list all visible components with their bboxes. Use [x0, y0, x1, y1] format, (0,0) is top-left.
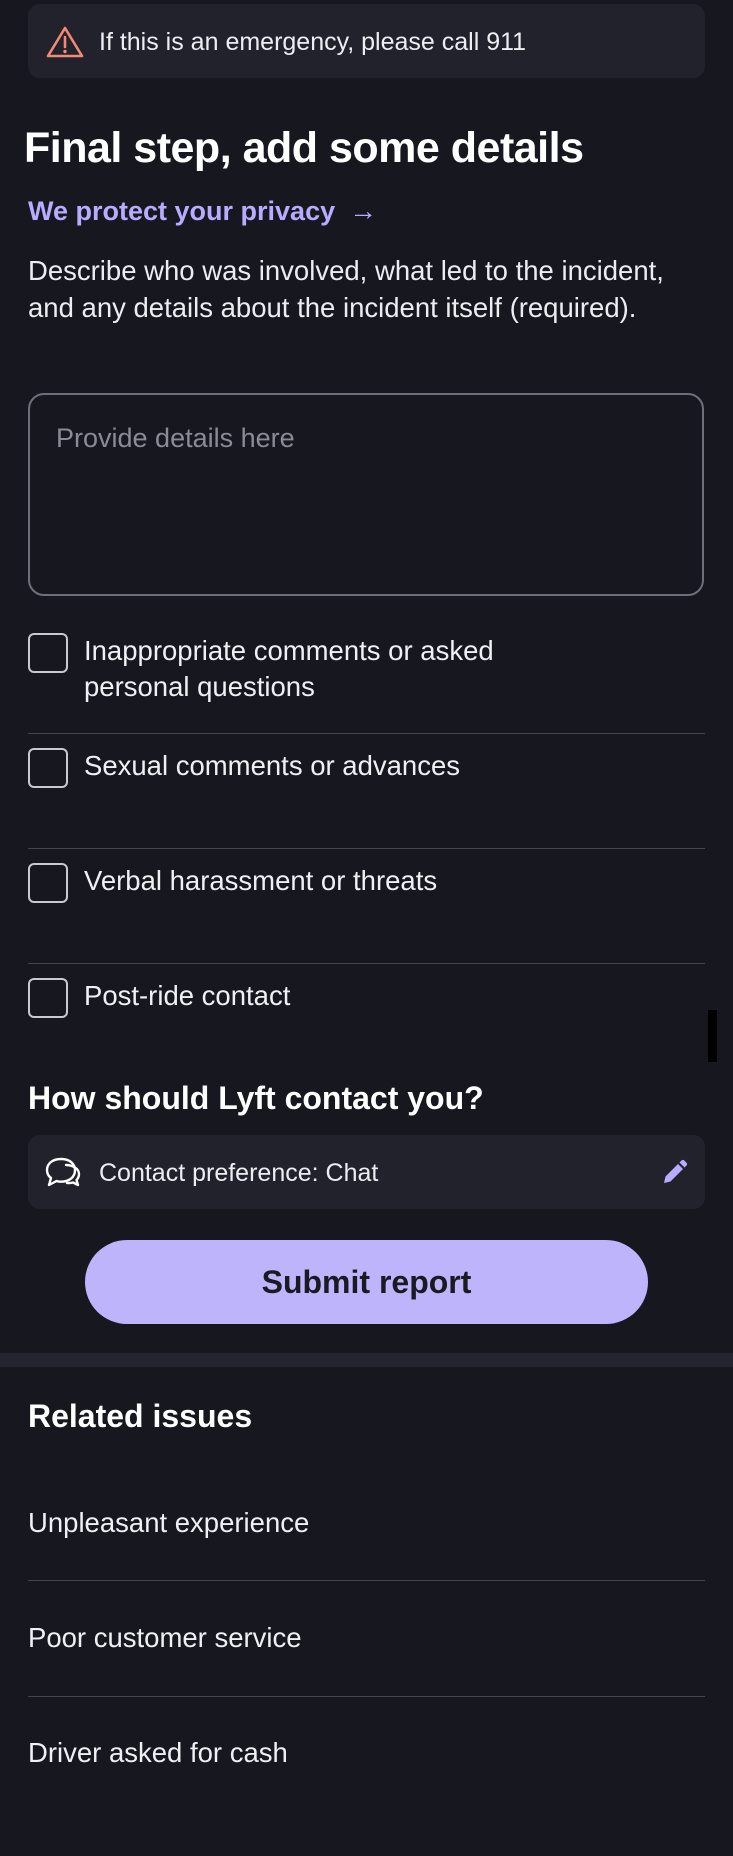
report-page: If this is an emergency, please call 911…	[0, 0, 733, 1856]
related-issues-heading: Related issues	[28, 1398, 253, 1434]
privacy-link-label: We protect your privacy	[28, 195, 336, 226]
chat-bubbles-icon	[45, 1157, 81, 1187]
divider	[28, 1580, 705, 1581]
related-issue-item[interactable]: Driver asked for cash	[28, 1737, 705, 1769]
contact-preference[interactable]: Contact preference: Chat	[28, 1135, 705, 1209]
details-description: Describe who was involved, what led to t…	[28, 255, 664, 323]
contact-preference-text: Contact preference: Chat	[99, 1159, 379, 1187]
related-issue-item[interactable]: Unpleasant experience	[28, 1507, 705, 1539]
submit-report-button[interactable]: Submit report	[85, 1240, 648, 1324]
privacy-link[interactable]: We protect your privacy →	[28, 195, 377, 227]
details-input[interactable]	[28, 393, 704, 596]
divider	[28, 848, 705, 849]
pencil-icon[interactable]	[660, 1159, 688, 1187]
option-label: Verbal harassment or threats	[84, 865, 438, 896]
option-label: Inappropriate comments or asked personal…	[84, 635, 494, 702]
scrollbar[interactable]	[708, 1010, 717, 1062]
checkbox[interactable]	[28, 633, 68, 673]
related-issue-item[interactable]: Poor customer service	[28, 1622, 705, 1654]
option-label: Post-ride contact	[84, 980, 291, 1011]
option-label: Sexual comments or advances	[84, 750, 461, 781]
checkbox[interactable]	[28, 863, 68, 903]
divider	[28, 1696, 705, 1697]
warning-triangle-icon	[46, 26, 84, 58]
arrow-right-icon: →	[349, 195, 378, 226]
checkbox[interactable]	[28, 748, 68, 788]
checkbox[interactable]	[28, 978, 68, 1018]
emergency-text: If this is an emergency, please call 911	[99, 28, 527, 56]
section-separator	[0, 1353, 733, 1367]
contact-heading: How should Lyft contact you?	[28, 1080, 484, 1116]
divider	[28, 733, 705, 734]
divider	[28, 963, 705, 964]
page-title: Final step, add some details	[24, 124, 584, 172]
emergency-banner: If this is an emergency, please call 911	[28, 4, 705, 78]
